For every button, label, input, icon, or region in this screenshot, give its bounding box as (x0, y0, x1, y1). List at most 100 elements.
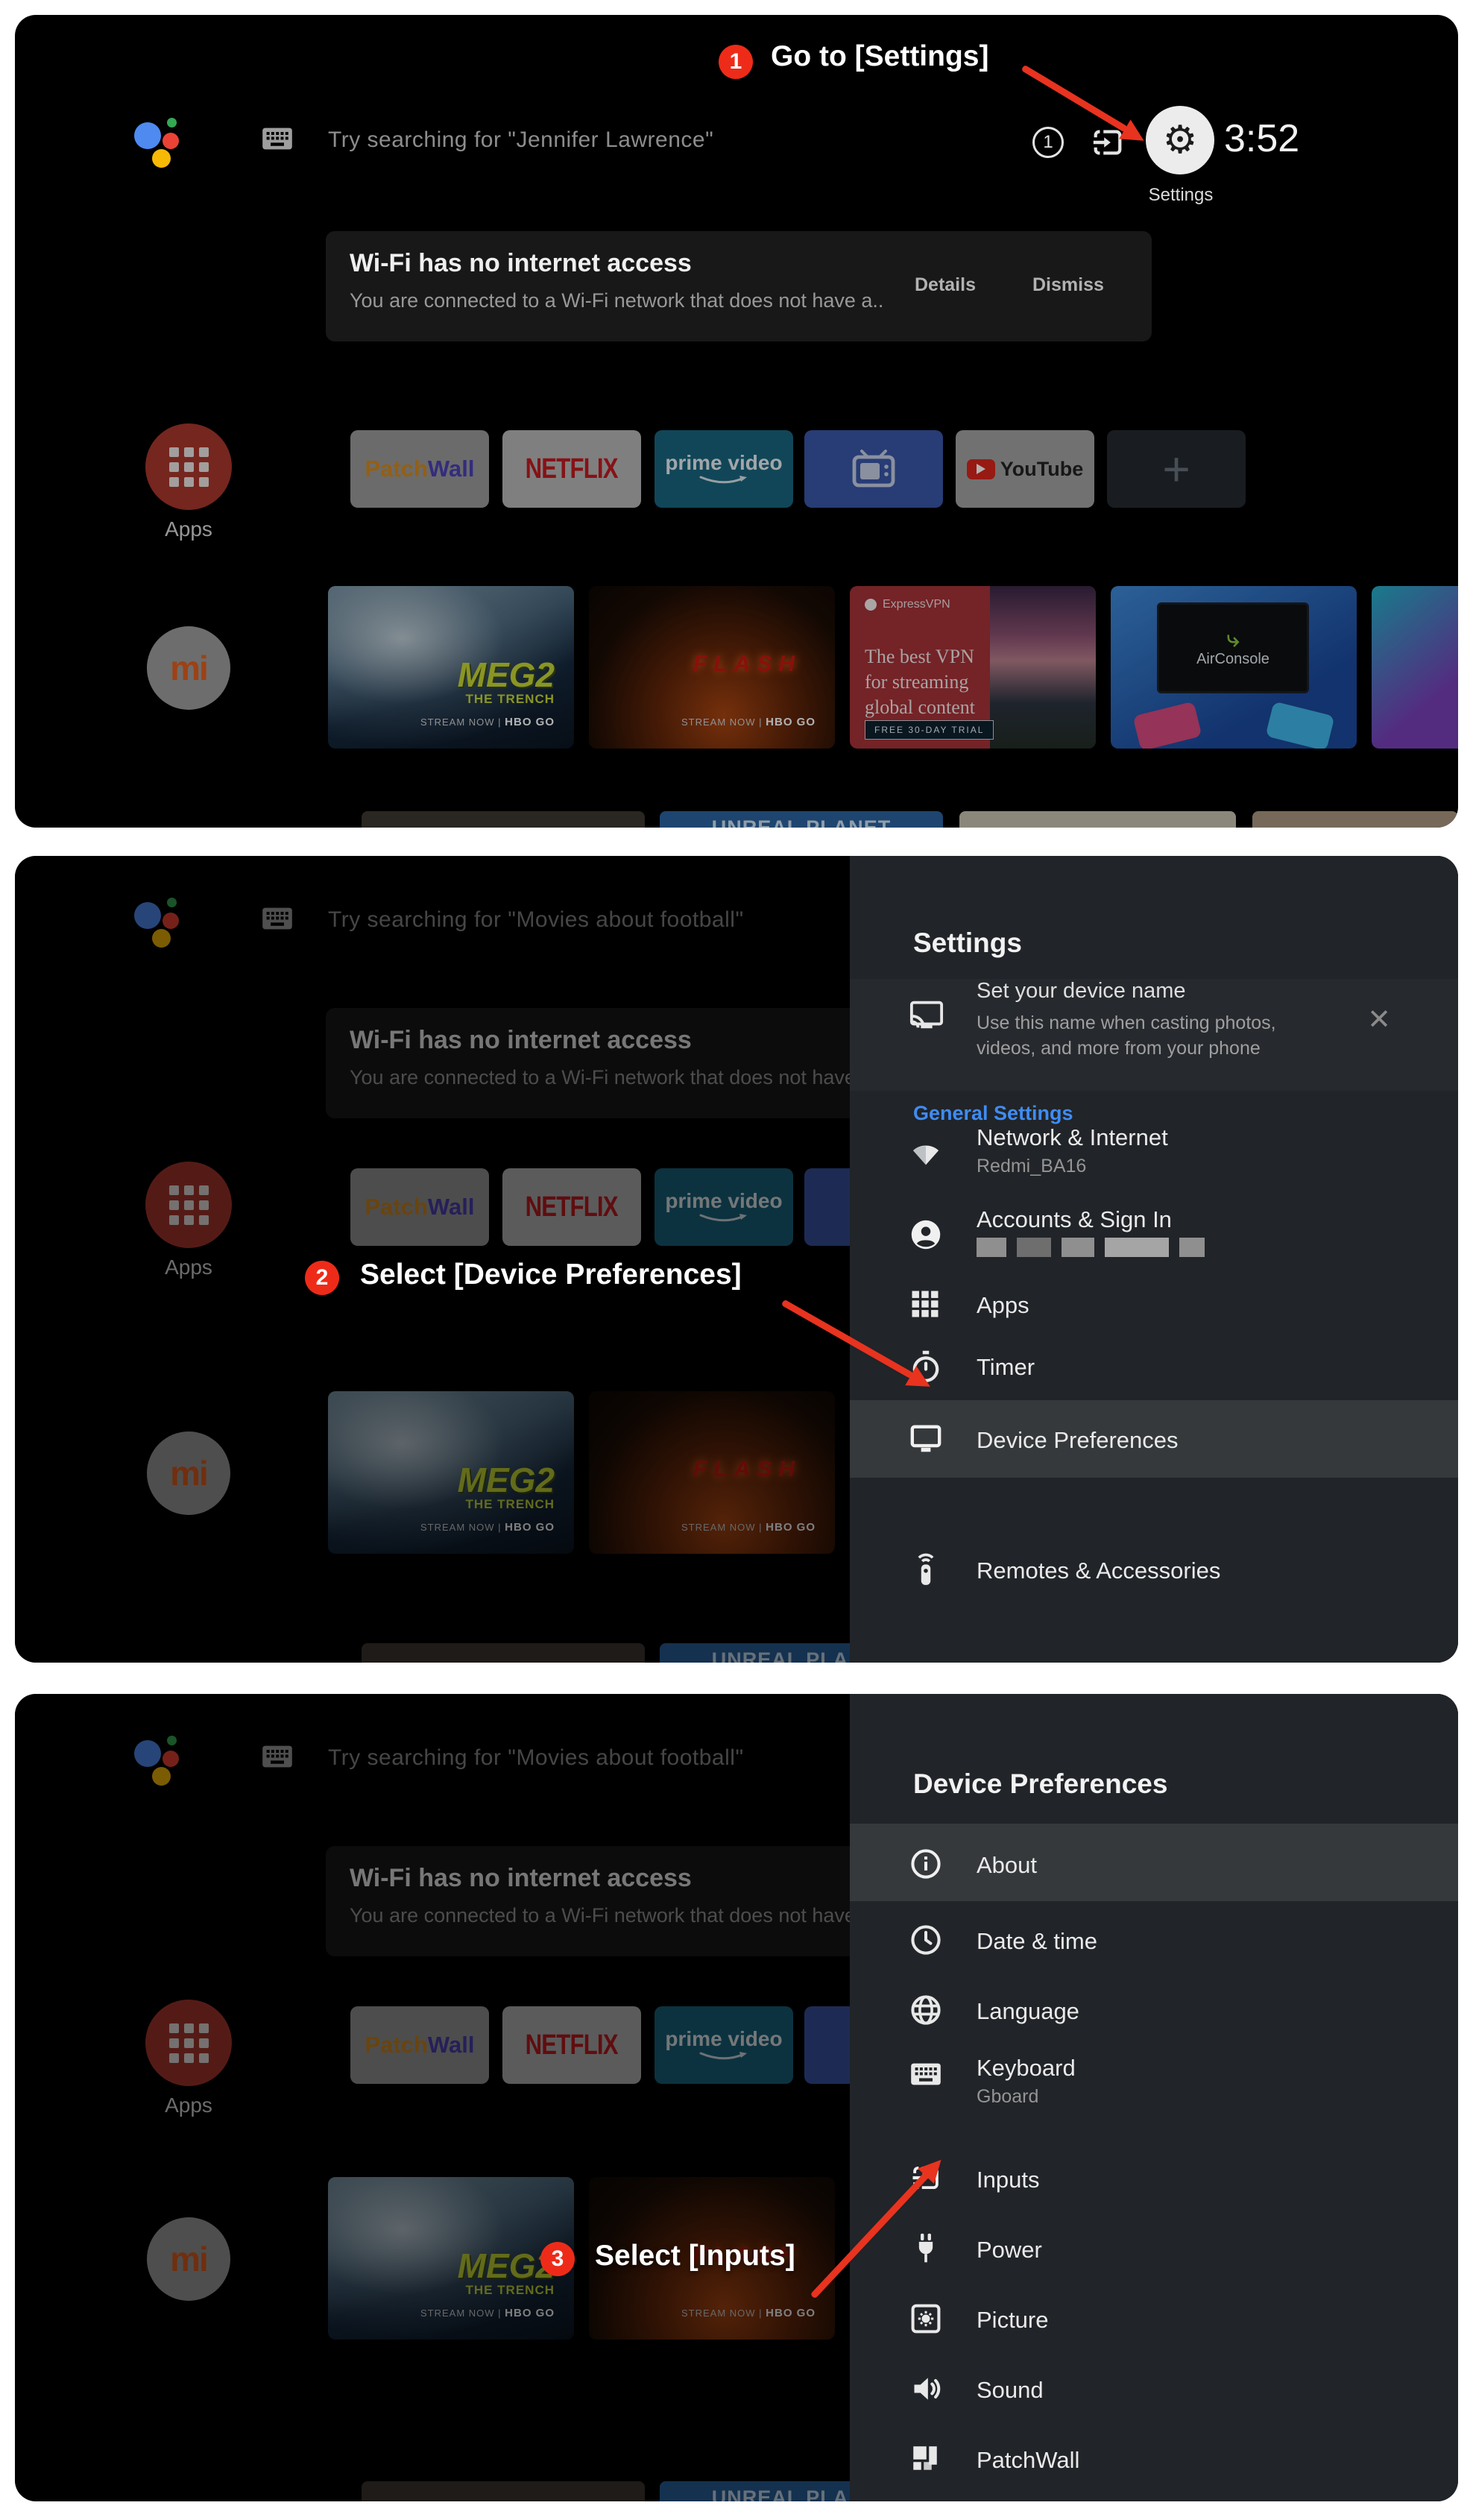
clock: 3:52 (1224, 116, 1299, 161)
keyboard-icon (909, 2061, 942, 2088)
sidebar-item-patchwall[interactable]: PatchWall (977, 2447, 1079, 2474)
sidebar-item-date-time[interactable]: Date & time (977, 1928, 1097, 1955)
screenshot-device-preferences: Try searching for "Movies about football… (15, 1694, 1458, 2501)
tv-screen-artwork: ⤷ AirConsole (1157, 602, 1309, 693)
sidebar-item-device-preferences[interactable]: Device Preferences (977, 1427, 1179, 1454)
meg2-subtitle: THE TRENCH (465, 692, 555, 707)
section-general-settings: General Settings (913, 1102, 1073, 1125)
apps-grid-icon (169, 447, 209, 487)
sidebar-item-timer[interactable]: Timer (977, 1354, 1035, 1381)
plus-icon: + (1162, 445, 1190, 493)
wifi-icon (909, 1138, 942, 1168)
sidebar-item-picture[interactable]: Picture (977, 2307, 1048, 2334)
youtube-logo: YouTube (1000, 458, 1083, 481)
tile-youtube[interactable]: YouTube (956, 430, 1094, 508)
poster-flash[interactable]: FLASH STREAM NOW | HBO GO (589, 586, 835, 749)
tile-mi-tv[interactable] (804, 430, 943, 508)
sidebar-item-apps[interactable]: Apps (977, 1292, 1029, 1319)
details-button[interactable]: Details (915, 274, 976, 296)
card-title: Set your device name (977, 979, 1185, 1004)
tile-prime-video[interactable]: prime video (655, 430, 793, 508)
settings-gear-button[interactable]: ⚙ (1146, 106, 1214, 174)
close-icon[interactable]: ✕ (1367, 1006, 1391, 1034)
tile-patchwall[interactable]: PatchWall (350, 430, 489, 508)
tile-netflix[interactable]: NETFLIX (502, 430, 641, 508)
sidebar-item-power[interactable]: Power (977, 2237, 1042, 2264)
step-3-callout: Select [Inputs] (595, 2240, 795, 2272)
tv-icon (850, 448, 898, 490)
sidebar-item-inputs[interactable]: Inputs (977, 2167, 1039, 2193)
settings-caption: Settings (1144, 185, 1218, 206)
thumb-partial-4[interactable] (1252, 811, 1458, 828)
vpn-trial-button[interactable]: FREE 30-DAY TRIAL (865, 720, 994, 740)
sidebar-item-accounts[interactable]: Accounts & Sign In (977, 1206, 1172, 1233)
patchwall-icon (909, 2442, 941, 2474)
notification-count-icon[interactable]: 1 (1032, 127, 1064, 158)
screenshot-settings: Try searching for "Movies about football… (15, 856, 1458, 1663)
apps-grid-icon (909, 1288, 941, 1320)
mi-launcher-button[interactable]: mi (147, 626, 230, 710)
pink-controller-artwork (1132, 702, 1202, 749)
card-body: Use this name when casting photos, video… (977, 1010, 1327, 1061)
expressvpn-brand: ExpressVPN (883, 598, 950, 611)
sidebar-title: Device Preferences (913, 1768, 1167, 1800)
thumb-partial-1[interactable] (362, 811, 645, 828)
step-2-badge: 2 (305, 1261, 339, 1295)
account-icon (909, 1218, 942, 1251)
step-3-badge: 3 (540, 2242, 575, 2276)
prime-video-logo: prime video (665, 451, 782, 475)
vpn-ad-text: The best VPN for streaming global conten… (865, 644, 975, 720)
sunset-artwork (990, 586, 1096, 749)
cast-icon (909, 1000, 944, 1030)
poster-airconsole[interactable]: ⤷ AirConsole (1111, 586, 1357, 749)
sidebar-item-language[interactable]: Language (977, 1998, 1079, 2025)
prime-smile-icon (698, 475, 750, 487)
tile-add-app[interactable]: + (1107, 430, 1246, 508)
step-1-callout: Go to [Settings] (771, 40, 988, 73)
step-1-badge: 1 (719, 45, 753, 79)
sidebar-item-keyboard[interactable]: Keyboard (977, 2055, 1076, 2082)
network-ssid: Redmi_BA16 (977, 1156, 1086, 1177)
mi-logo: mi (170, 648, 207, 688)
wifi-title: Wi-Fi has no internet access (350, 249, 692, 278)
picture-icon (909, 2302, 942, 2335)
blue-controller-artwork (1265, 702, 1334, 749)
sidebar-item-network[interactable]: Network & Internet (977, 1124, 1168, 1151)
apps-caption: Apps (145, 517, 232, 541)
flash-title: FLASH (693, 652, 801, 677)
globe-icon (909, 1994, 942, 2026)
dismiss-button[interactable]: Dismiss (1032, 274, 1104, 296)
sidebar-item-remotes[interactable]: Remotes & Accessories (977, 1557, 1220, 1584)
poster-meg2[interactable]: MEG2 THE TRENCH STREAM NOW | HBO GO (328, 586, 574, 749)
step-2-callout: Select [Device Preferences] (360, 1259, 742, 1291)
sound-icon (909, 2372, 944, 2405)
settings-sidebar: Settings Set your device name Use this n… (850, 856, 1458, 1663)
remote-icon (909, 1549, 942, 1587)
sidebar-item-about[interactable]: About (977, 1852, 1037, 1879)
poster-expressvpn-ad[interactable]: ExpressVPN The best VPN for streaming gl… (850, 586, 1096, 749)
meg2-title: MEG2 (458, 655, 555, 695)
screenshot-home: Try searching for "Jennifer Lawrence" 1 … (15, 15, 1458, 828)
youtube-play-icon (967, 459, 995, 479)
netflix-logo: NETFLIX (526, 453, 618, 485)
thumb-partial-3[interactable] (959, 811, 1236, 828)
censored-account-name (977, 1238, 1205, 1257)
thumb-partial-unreal[interactable]: UNREAL PLANET (660, 811, 943, 828)
sidebar-title: Settings (913, 927, 1022, 959)
keyboard-sub: Gboard (977, 2086, 1038, 2108)
clock-icon (909, 1924, 942, 1956)
gear-icon: ⚙ (1163, 121, 1198, 160)
device-preferences-sidebar: Device Preferences About Date & time Lan… (850, 1694, 1458, 2501)
wifi-subtitle: You are connected to a Wi-Fi network tha… (350, 289, 883, 312)
monitor-icon (909, 1424, 942, 1454)
info-icon (909, 1848, 942, 1880)
sidebar-item-sound[interactable]: Sound (977, 2377, 1044, 2404)
expressvpn-icon (865, 599, 877, 611)
device-name-card[interactable]: Set your device name Use this name when … (850, 979, 1458, 1091)
patchwall-logo: Patch (365, 456, 428, 482)
apps-button[interactable] (145, 423, 232, 510)
poster-partial[interactable] (1372, 586, 1458, 749)
next-row-preview: UNREAL PLANET (15, 811, 1458, 828)
wifi-notification-card[interactable]: Wi-Fi has no internet access You are con… (326, 231, 1152, 341)
power-plug-icon (909, 2231, 942, 2267)
